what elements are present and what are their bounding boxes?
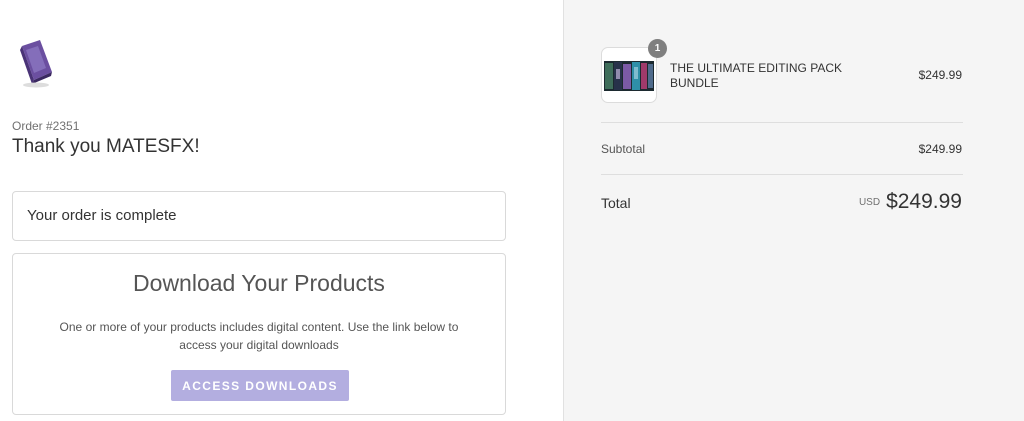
download-description: One or more of your products includes di… xyxy=(59,320,459,352)
subtotal-value: $249.99 xyxy=(918,142,962,156)
order-number: Order #2351 xyxy=(12,119,80,133)
download-products-box: Download Your Products One or more of yo… xyxy=(12,253,506,415)
editing-pack-thumbnail-icon xyxy=(604,61,654,91)
download-title: Download Your Products xyxy=(133,270,385,296)
summary-divider xyxy=(601,174,963,175)
thank-you-heading: Thank you MATESFX! xyxy=(12,136,200,157)
main-content: Order #2351 Thank you MATESFX! Your orde… xyxy=(0,0,563,421)
currency-code: USD xyxy=(858,196,881,208)
total-row: USD $249.99 xyxy=(859,190,962,214)
order-status-box: Your order is complete xyxy=(12,191,506,241)
product-name: THE ULTIMATE EDITING PACK BUNDLE xyxy=(670,61,843,90)
store-logo-icon[interactable] xyxy=(18,38,56,88)
total-value: $249.99 xyxy=(886,190,962,213)
subtotal-label: Subtotal xyxy=(601,142,646,156)
access-downloads-button[interactable]: ACCESS DOWNLOADS xyxy=(171,370,349,401)
quantity-badge: 1 xyxy=(648,39,667,58)
order-summary-sidebar: 1 THE ULTIMATE EDITING PACK BUNDLE $249.… xyxy=(563,0,1024,421)
order-status-text: Your order is complete xyxy=(27,207,177,224)
product-thumbnail: 1 xyxy=(601,39,667,103)
summary-divider xyxy=(601,122,963,123)
product-price: $249.99 xyxy=(918,68,962,82)
total-label: Total xyxy=(601,195,631,211)
